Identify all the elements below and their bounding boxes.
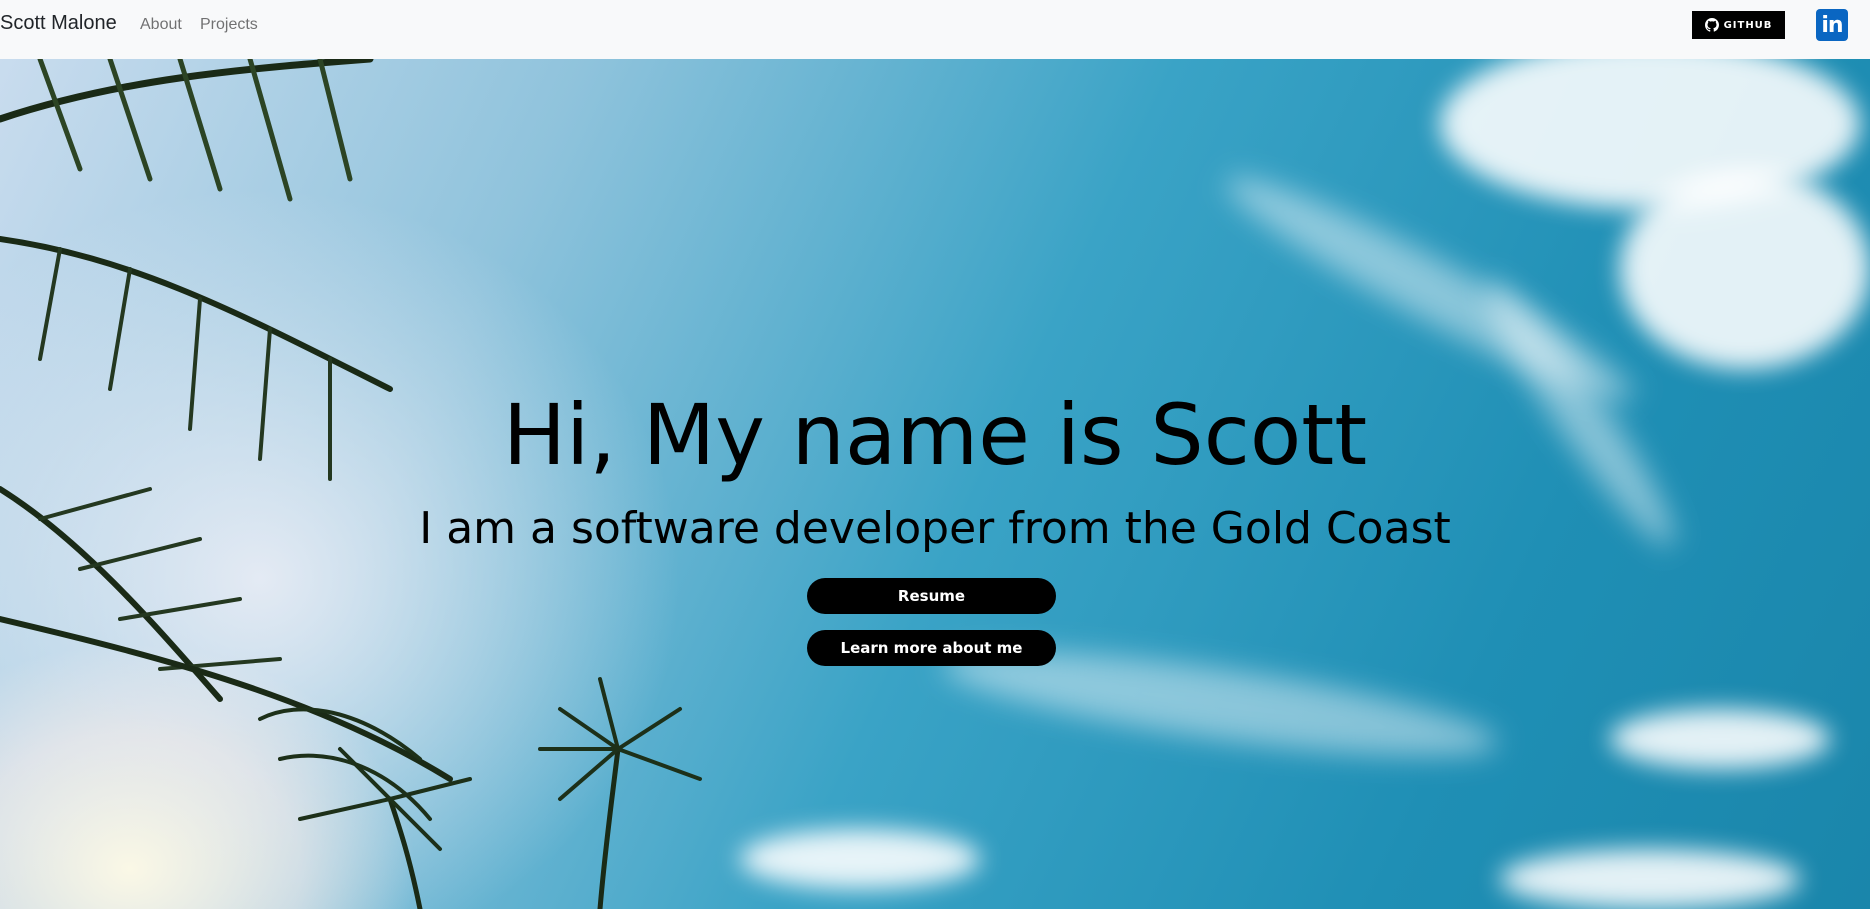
hero-section: Hi, My name is Scott I am a software dev… <box>0 59 1870 909</box>
linkedin-link[interactable]: in <box>1816 9 1848 41</box>
resume-button[interactable]: Resume <box>807 578 1056 614</box>
nav-link-projects[interactable]: Projects <box>200 16 258 34</box>
linkedin-icon: in <box>1821 12 1843 38</box>
brand-link[interactable]: Scott Malone <box>0 12 117 35</box>
hero-title: Hi, My name is Scott <box>502 386 1368 484</box>
hero-content: Hi, My name is Scott I am a software dev… <box>0 59 1870 909</box>
github-link[interactable]: GITHUB <box>1692 11 1785 39</box>
nav-link-about[interactable]: About <box>140 16 182 34</box>
navbar: Scott Malone About Projects GITHUB in <box>0 0 1870 59</box>
learn-more-button[interactable]: Learn more about me <box>807 630 1056 666</box>
github-label: GITHUB <box>1723 19 1773 31</box>
hero-subtitle: I am a software developer from the Gold … <box>419 503 1451 554</box>
github-icon <box>1704 18 1719 32</box>
